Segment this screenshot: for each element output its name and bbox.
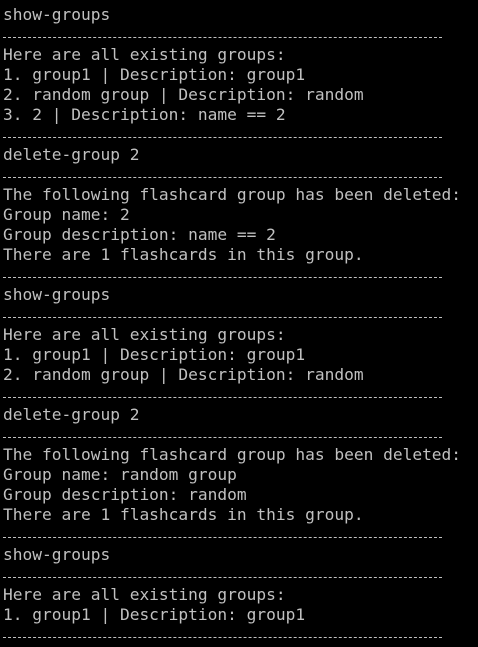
output-line: There are 1 flashcards in this group.	[3, 505, 364, 524]
separator-line	[3, 565, 478, 585]
terminal-window[interactable]: show-groups Here are all existing groups:…	[0, 0, 478, 647]
separator-line	[3, 425, 478, 445]
output-line: Group name: random group	[3, 465, 237, 484]
separator-line	[3, 125, 478, 145]
output-line: 2. random group | Description: random	[3, 85, 364, 104]
separator-line	[3, 25, 478, 45]
command-line: show-groups	[3, 545, 111, 564]
output-line: 2. random group | Description: random	[3, 365, 364, 384]
output-line: Group description: name == 2	[3, 225, 276, 244]
output-line: The following flashcard group has been d…	[3, 445, 462, 464]
separator-line	[3, 305, 478, 325]
output-line: Here are all existing groups:	[3, 585, 286, 604]
command-line: delete-group 2	[3, 405, 140, 424]
output-line: The following flashcard group has been d…	[3, 185, 462, 204]
output-line: Here are all existing groups:	[3, 325, 286, 344]
output-line: 1. group1 | Description: group1	[3, 345, 306, 364]
output-line: 3. 2 | Description: name == 2	[3, 105, 286, 124]
command-line: show-groups	[3, 5, 111, 24]
output-line: Here are all existing groups:	[3, 45, 286, 64]
output-line: Group description: random	[3, 485, 247, 504]
separator-line	[3, 165, 478, 185]
separator-line	[3, 385, 478, 405]
command-line: delete-group 2	[3, 145, 140, 164]
command-line: show-groups	[3, 285, 111, 304]
separator-line	[3, 525, 478, 545]
output-line: 1. group1 | Description: group1	[3, 65, 306, 84]
output-line: There are 1 flashcards in this group.	[3, 245, 364, 264]
separator-line	[3, 265, 478, 285]
output-line: 1. group1 | Description: group1	[3, 605, 306, 624]
separator-line	[3, 625, 478, 645]
output-line: Group name: 2	[3, 205, 130, 224]
